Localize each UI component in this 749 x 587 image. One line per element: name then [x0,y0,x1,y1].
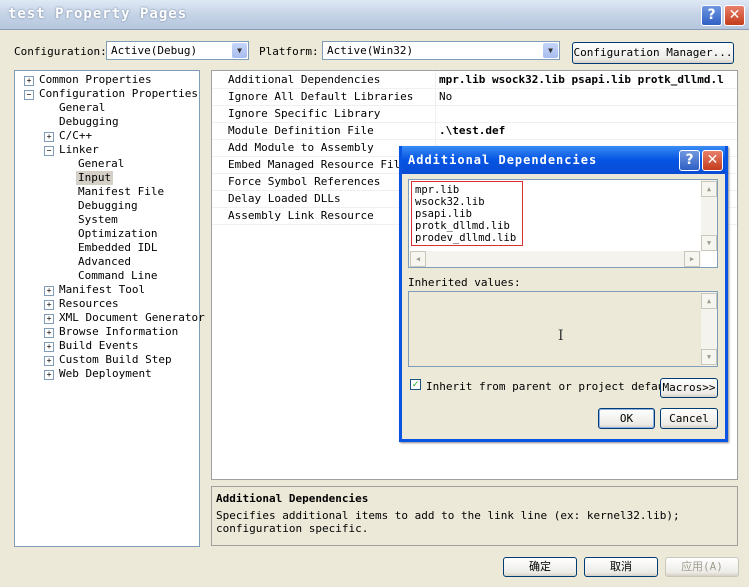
tree-item-optimization[interactable]: Optimization [78,227,157,241]
dialog-help-button[interactable]: ? [679,150,700,171]
scroll-up-icon[interactable]: ▲ [701,181,717,197]
window-title: test Property Pages [8,6,188,22]
apply-button[interactable]: 应用(A) [665,557,739,577]
tree-item-custom-build-step[interactable]: Custom Build Step [59,353,172,367]
tree-item-command-line[interactable]: Command Line [78,269,157,283]
scroll-down-icon[interactable]: ▼ [701,349,717,365]
chevron-down-icon[interactable]: ▼ [543,43,558,58]
horizontal-scrollbar[interactable]: ◀ ▶ [409,251,701,267]
help-icon: ? [707,7,716,23]
collapse-icon[interactable]: − [24,90,34,100]
tree-item-cpp[interactable]: C/C++ [59,129,92,143]
grid-row[interactable]: Ignore Specific Library [212,105,737,123]
help-button[interactable]: ? [701,5,722,26]
grid-row-name: Module Definition File [212,122,436,139]
expand-icon[interactable]: + [44,300,54,310]
expand-icon[interactable]: + [44,314,54,324]
expand-icon[interactable]: + [44,356,54,366]
tree-item-build-events[interactable]: Build Events [59,339,138,353]
list-item: wsock32.lib [415,196,485,208]
expand-icon[interactable]: + [44,132,54,142]
tree-item-manifest-file[interactable]: Manifest File [78,185,164,199]
grid-row-value[interactable]: No [439,88,452,105]
tree-item-system[interactable]: System [78,213,118,227]
tree-item-resources[interactable]: Resources [59,297,119,311]
tree-item-debugging[interactable]: Debugging [59,115,119,129]
grid-row-name: Ignore All Default Libraries [212,88,436,105]
tree-item-configuration-properties[interactable]: Configuration Properties [39,87,198,101]
list-item: mpr.lib [415,184,460,196]
text-cursor-icon: I [558,328,564,344]
grid-row-value[interactable]: .\test.def [439,122,505,139]
dialog-close-button[interactable]: ✕ [702,150,723,171]
grid-row[interactable]: Module Definition File .\test.def [212,122,737,140]
tree-item-xml-document-generator[interactable]: XML Document Generator [59,311,205,325]
platform-combo[interactable]: Active(Win32) ▼ [322,41,560,60]
list-item: psapi.lib [415,208,472,220]
scroll-up-icon[interactable]: ▲ [701,293,717,309]
tree-item-common-properties[interactable]: Common Properties [39,73,152,87]
dependencies-textbox[interactable]: mpr.lib wsock32.lib psapi.lib protk_dllm… [408,179,718,268]
tree-item-advanced[interactable]: Advanced [78,255,131,269]
expand-icon[interactable]: + [44,342,54,352]
inherited-values-box: I ▲ ▼ [408,291,718,367]
scroll-left-icon[interactable]: ◀ [410,251,426,267]
grid-row-name: Additional Dependencies [212,71,436,88]
tree-item-linker[interactable]: Linker [59,143,99,157]
dialog-cancel-button[interactable]: Cancel [660,408,718,429]
cancel-button[interactable]: 取消 [584,557,658,577]
tree-item-general[interactable]: General [59,101,105,115]
dialog-ok-button[interactable]: OK [598,408,655,429]
property-tree[interactable]: + Common Properties − Configuration Prop… [14,70,205,547]
vertical-scrollbar[interactable]: ▲ ▼ [701,180,717,251]
configuration-label: Configuration: [14,45,107,58]
grid-row-name: Ignore Specific Library [212,105,436,122]
platform-label: Platform: [259,45,319,58]
additional-dependencies-dialog: Additional Dependencies ? ✕ mpr.lib wsoc… [399,146,728,442]
grid-row[interactable]: Additional Dependencies mpr.lib wsock32.… [212,71,737,89]
window-title-bar: test Property Pages ? ✕ [0,0,749,30]
grid-row-value[interactable]: mpr.lib wsock32.lib psapi.lib protk_dllm… [439,71,724,88]
close-icon: ✕ [728,7,741,23]
expand-icon[interactable]: + [44,328,54,338]
list-item: prodev_dllmd.lib [415,232,517,244]
configuration-manager-button[interactable]: Configuration Manager... [572,42,734,64]
chevron-down-icon[interactable]: ▼ [232,43,247,58]
tree-item-embedded-idl[interactable]: Embedded IDL [78,241,157,255]
tree-item-manifest-tool[interactable]: Manifest Tool [59,283,145,297]
tree-item-browse-information[interactable]: Browse Information [59,325,178,339]
help-icon: ? [685,152,694,168]
dialog-title-bar: Additional Dependencies ? ✕ [402,146,725,174]
configuration-combo[interactable]: Active(Debug) ▼ [106,41,249,60]
tree-item-linker-debugging[interactable]: Debugging [78,199,138,213]
tree-item-linker-input[interactable]: Input [76,171,114,185]
inherit-checkbox[interactable]: ✓ [410,379,421,390]
tree-item-linker-general[interactable]: General [78,157,124,171]
description-title: Additional Dependencies [216,492,369,505]
macros-button[interactable]: Macros>> [660,378,718,398]
vertical-scrollbar[interactable]: ▲ ▼ [701,292,717,366]
expand-icon[interactable]: + [44,370,54,380]
list-item: protk_dllmd.lib [415,220,510,232]
scroll-right-icon[interactable]: ▶ [684,251,700,267]
configuration-value: Active(Debug) [111,44,198,57]
inherited-values-label: Inherited values: [408,276,521,289]
inherit-checkbox-label: Inherit from parent or project default [426,380,678,393]
expand-icon[interactable]: + [44,286,54,296]
grid-row[interactable]: Ignore All Default Libraries No [212,88,737,106]
dialog-title: Additional Dependencies [408,153,598,167]
expand-icon[interactable]: + [24,76,34,86]
platform-value: Active(Win32) [327,44,414,57]
collapse-icon[interactable]: − [44,146,54,156]
ok-button[interactable]: 确定 [503,557,577,577]
highlight-box: mpr.lib wsock32.lib psapi.lib protk_dllm… [411,181,523,246]
description-panel: Additional Dependencies Specifies additi… [211,486,738,546]
description-text: Specifies additional items to add to the… [216,509,680,535]
scroll-down-icon[interactable]: ▼ [701,235,717,251]
tree-item-web-deployment[interactable]: Web Deployment [59,367,152,381]
close-button[interactable]: ✕ [724,5,745,26]
close-icon: ✕ [706,152,719,168]
